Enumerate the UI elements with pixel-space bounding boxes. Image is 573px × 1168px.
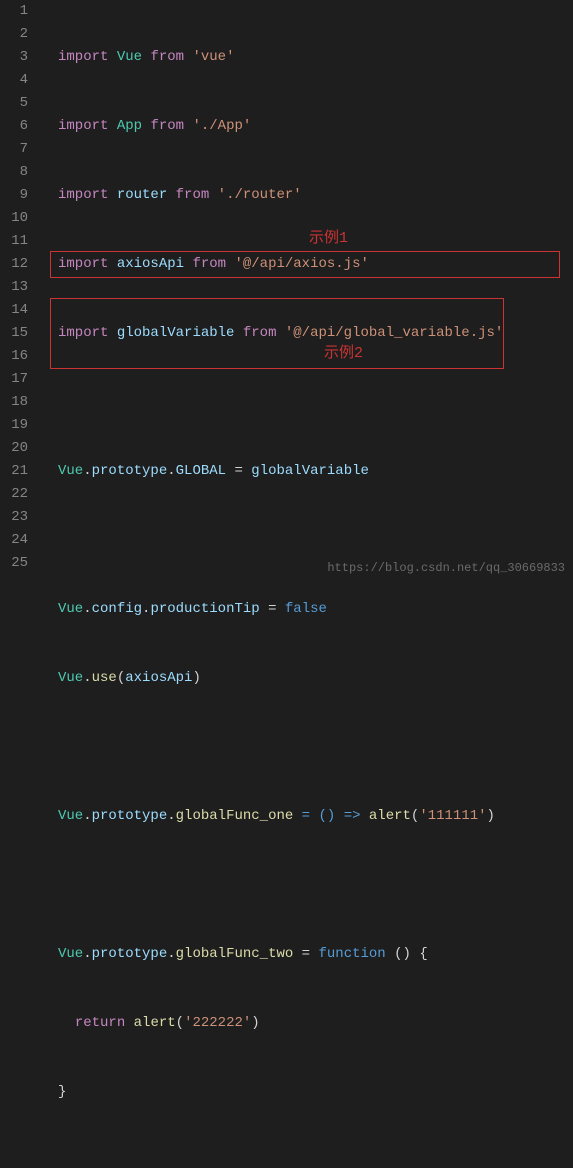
code-line[interactable]	[44, 874, 573, 897]
line-number: 6	[0, 115, 28, 138]
line-number: 13	[0, 276, 28, 299]
code-line[interactable]: import router from './router'	[44, 184, 573, 207]
line-number-gutter: 1 2 3 4 5 6 7 8 9 10 11 12 13 14 15 16 1…	[0, 0, 44, 584]
line-number: 2	[0, 23, 28, 46]
line-number: 20	[0, 437, 28, 460]
code-line[interactable]: return alert('222222')	[44, 1012, 573, 1035]
line-number: 15	[0, 322, 28, 345]
line-number: 1	[0, 0, 28, 23]
line-number: 18	[0, 391, 28, 414]
code-line[interactable]: import App from './App'	[44, 115, 573, 138]
code-line[interactable]	[44, 1150, 573, 1168]
line-number: 8	[0, 161, 28, 184]
line-number: 16	[0, 345, 28, 368]
code-line[interactable]: Vue.use(axiosApi)	[44, 667, 573, 690]
code-line[interactable]: import axiosApi from '@/api/axios.js'	[44, 253, 573, 276]
code-editor[interactable]: 1 2 3 4 5 6 7 8 9 10 11 12 13 14 15 16 1…	[0, 0, 573, 584]
code-line[interactable]: import Vue from 'vue'	[44, 46, 573, 69]
line-number: 4	[0, 69, 28, 92]
code-line[interactable]: Vue.prototype.globalFunc_one = () => ale…	[44, 805, 573, 828]
line-number: 17	[0, 368, 28, 391]
line-number: 21	[0, 460, 28, 483]
code-line[interactable]: Vue.prototype.GLOBAL = globalVariable	[44, 460, 573, 483]
code-line[interactable]	[44, 529, 573, 552]
line-number: 23	[0, 506, 28, 529]
annotation-label-1: 示例1	[309, 227, 348, 250]
annotation-label-2: 示例2	[324, 342, 363, 365]
line-number: 24	[0, 529, 28, 552]
line-number: 12	[0, 253, 28, 276]
code-line[interactable]	[44, 736, 573, 759]
line-number: 11	[0, 230, 28, 253]
code-line[interactable]: Vue.prototype.globalFunc_two = function …	[44, 943, 573, 966]
line-number: 9	[0, 184, 28, 207]
line-number: 19	[0, 414, 28, 437]
code-line[interactable]: import globalVariable from '@/api/global…	[44, 322, 573, 345]
code-area[interactable]: import Vue from 'vue' import App from '.…	[44, 0, 573, 584]
line-number: 22	[0, 483, 28, 506]
watermark: https://blog.csdn.net/qq_30669833	[327, 557, 565, 580]
line-number: 10	[0, 207, 28, 230]
line-number: 14	[0, 299, 28, 322]
line-number: 25	[0, 552, 28, 575]
code-line[interactable]: }	[44, 1081, 573, 1104]
line-number: 5	[0, 92, 28, 115]
code-line[interactable]	[44, 391, 573, 414]
code-line[interactable]: Vue.config.productionTip = false	[44, 598, 573, 621]
line-number: 7	[0, 138, 28, 161]
line-number: 3	[0, 46, 28, 69]
